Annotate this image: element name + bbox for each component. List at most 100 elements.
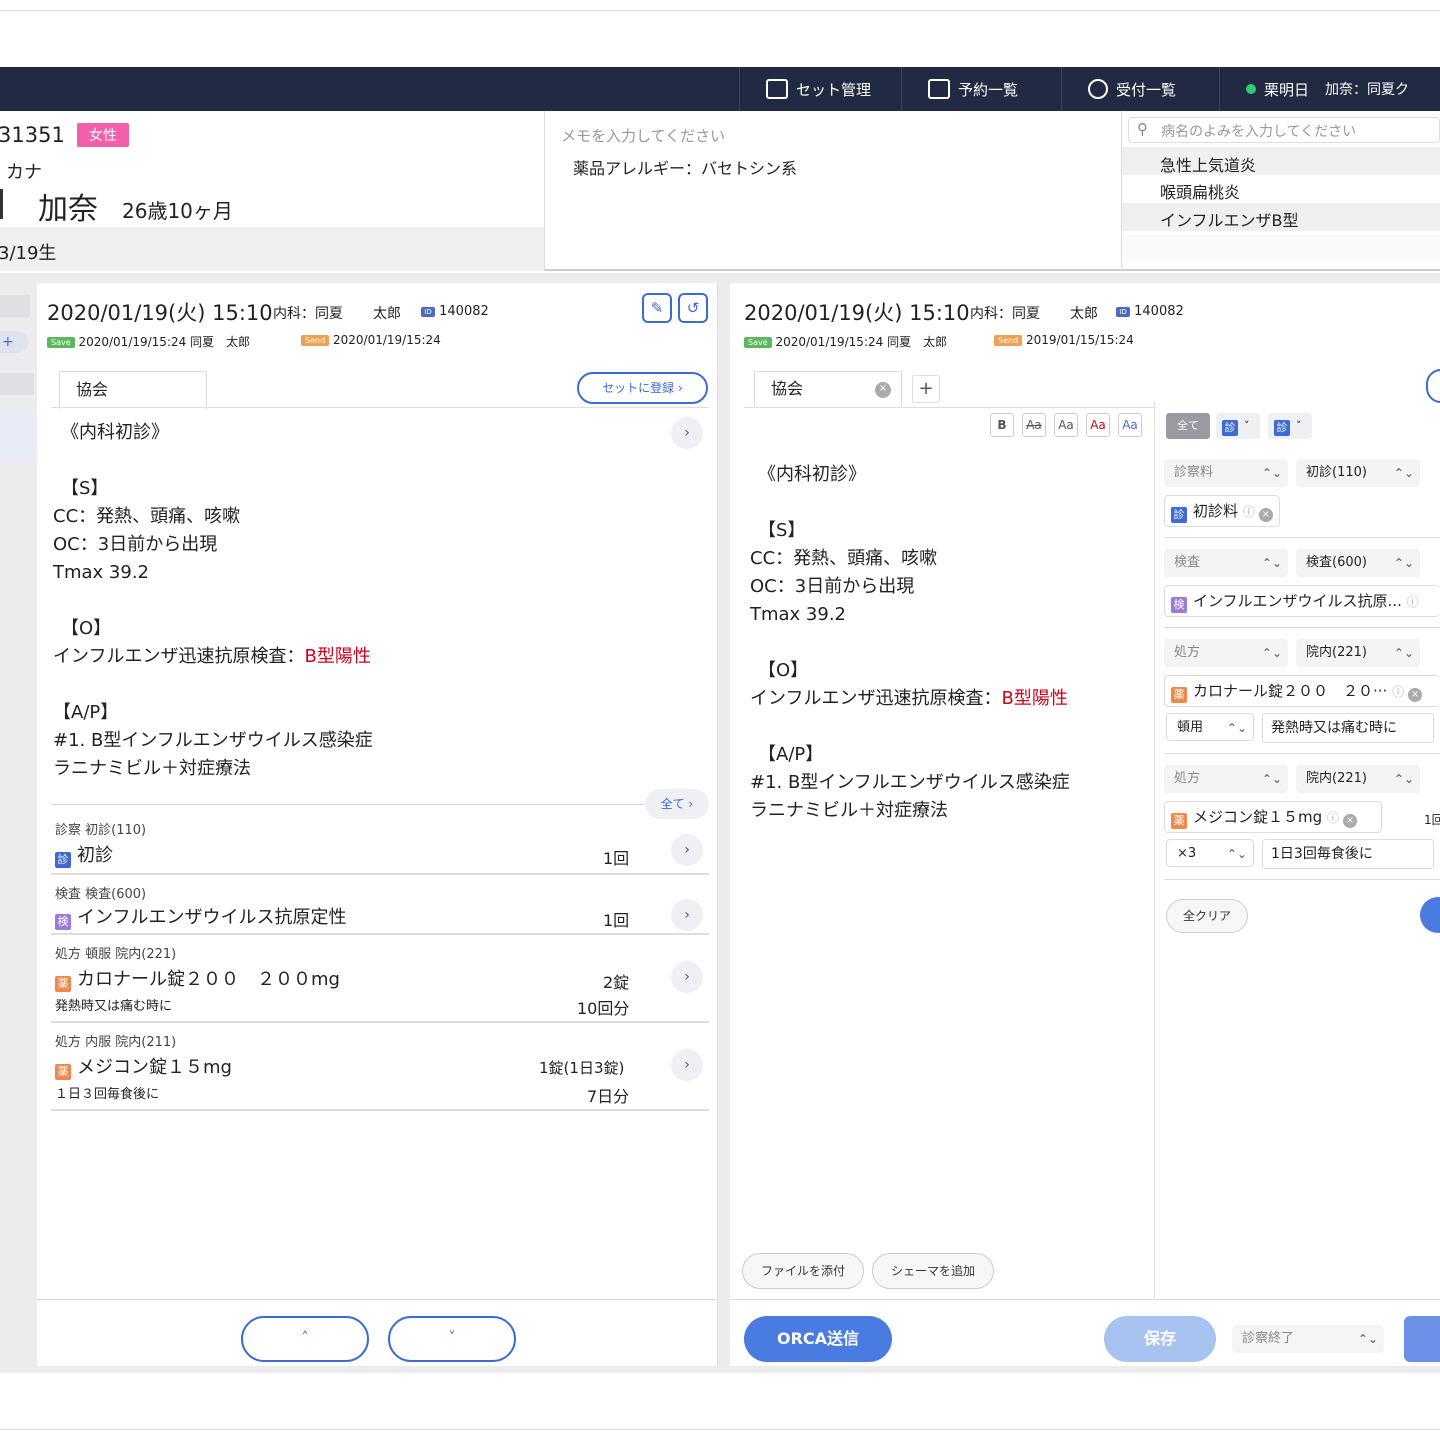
order-days: 10回分	[577, 999, 630, 1018]
insurance-tab[interactable]: 協会	[59, 371, 207, 409]
filter-all-button[interactable]: 全て	[1166, 413, 1210, 439]
register-set-button[interactable]: セットに登録 ›	[577, 372, 708, 404]
medicine-icon: 薬	[1171, 687, 1187, 703]
divider	[51, 933, 709, 935]
category-select[interactable]: 検査 ⌃⌄	[1164, 549, 1288, 577]
note-line: OC：3日前から出現	[750, 576, 915, 597]
info-icon: ⓘ	[1326, 811, 1339, 825]
font-size-button[interactable]: Aa	[1054, 413, 1078, 437]
usage-input[interactable]: 1日3回毎食後に	[1262, 839, 1434, 869]
order-detail-button[interactable]: ›	[671, 834, 703, 866]
set-management-button[interactable]: セット管理	[739, 67, 901, 111]
record-id: ID 140082	[421, 304, 489, 319]
add-tab-button[interactable]: +	[912, 375, 940, 403]
order-qty: 1錠(1日3錠)	[539, 1059, 625, 1077]
note-line: OC：3日前から出現	[53, 534, 218, 555]
gender-badge: 女性	[77, 123, 129, 147]
send-info: Send 2019/01/15/15:24	[994, 333, 1134, 347]
strikethrough-button[interactable]: Aa	[1022, 413, 1046, 437]
category-select[interactable]: 診察料 ⌃⌄	[1164, 459, 1288, 487]
subcategory-select[interactable]: 初診(110) ⌃⌄	[1296, 459, 1420, 487]
divider	[730, 1299, 1440, 1300]
disease-item[interactable]: インフルエンザB型	[1160, 207, 1299, 231]
user-name: 加奈：同夏ク	[1325, 82, 1410, 98]
usage-input[interactable]: 発熱時又は痛む時に	[1262, 713, 1434, 743]
reservation-list-label: 予約一覧	[958, 80, 1019, 99]
exam-icon: 診	[1171, 507, 1187, 523]
set-register-button-partial[interactable]	[1426, 369, 1440, 403]
divider	[51, 873, 709, 875]
subcategory-select[interactable]: 院内(221) ⌃⌄	[1296, 639, 1420, 667]
attach-file-button[interactable]: ファイルを添付	[742, 1253, 864, 1289]
filter-dropdown[interactable]: 診 ˅	[1268, 413, 1312, 439]
filter-dropdown[interactable]: 診 ˅	[1216, 413, 1260, 439]
add-schema-button[interactable]: シェーマを追加	[872, 1253, 994, 1289]
order-detail-button[interactable]: ›	[671, 899, 703, 931]
send-info: Send 2020/01/19/15:24	[301, 333, 441, 347]
subcategory-select[interactable]: 検査(600) ⌃⌄	[1296, 549, 1420, 577]
divider	[1164, 879, 1440, 880]
close-tab-icon[interactable]: ×	[875, 382, 891, 398]
disease-item[interactable]: 急性上気道炎	[1160, 152, 1256, 176]
history-button[interactable]: ↺	[678, 293, 708, 323]
medicine-icon: 薬	[55, 1064, 71, 1080]
remove-icon: ×	[1258, 508, 1273, 522]
finish-button-partial[interactable]	[1404, 1316, 1440, 1362]
order-category: 検査 検査(600)	[55, 887, 147, 902]
save-info: Save 2020/01/19/15:24 同夏 太郎	[744, 333, 947, 350]
insurance-tab[interactable]: 協会 ×	[754, 371, 902, 407]
category-select[interactable]: 処方 ⌃⌄	[1164, 639, 1288, 667]
blue-text-button[interactable]: Aa	[1118, 413, 1142, 437]
order-detail-button[interactable]: ›	[671, 1049, 703, 1081]
add-order-button[interactable]	[1420, 897, 1440, 933]
frequency-select[interactable]: ×3 ⌃⌄	[1166, 839, 1254, 867]
sidebar-add-button[interactable]: +	[0, 331, 28, 353]
record-dept: 内科：同夏	[970, 306, 1040, 322]
note-line: ラニナミビル＋対症療法	[750, 800, 948, 821]
edit-button[interactable]: ✎	[642, 293, 672, 323]
disease-search-placeholder: 病名のよみを入力してください	[1161, 124, 1357, 140]
order-chip[interactable]: 薬メジコン錠１５mg ⓘ ×	[1164, 801, 1382, 833]
next-record-button[interactable]: ˅	[388, 1316, 516, 1362]
show-all-button[interactable]: 全て ›	[645, 789, 709, 819]
sidebar-tab[interactable]	[0, 295, 30, 317]
reception-list-button[interactable]: 受付一覧	[1061, 67, 1219, 111]
order-category: 処方 内服 院内(211)	[55, 1035, 177, 1050]
status-select[interactable]: 診察終了 ⌃⌄	[1232, 1325, 1384, 1353]
memo-area[interactable]: メモを入力してください 薬品アレルギー：バセトシン系	[545, 111, 1122, 271]
sidebar-tab[interactable]	[0, 373, 34, 395]
order-category: 診察 初診(110)	[55, 823, 147, 838]
divider	[51, 1021, 709, 1023]
medical-kit-icon	[766, 79, 788, 99]
disease-search-input[interactable]: ⚲ 病名のよみを入力してください	[1128, 117, 1440, 143]
disease-item[interactable]: 喉頭扁桃炎	[1160, 179, 1240, 203]
chevron-down-icon: ˅	[448, 1330, 456, 1346]
prev-record-button[interactable]: ˄	[241, 1316, 369, 1362]
order-chip[interactable]: 検インフルエンザウイルス抗原... ⓘ	[1164, 585, 1440, 617]
remove-icon: ×	[1342, 814, 1357, 828]
patient-age: 26歳10ヶ月	[122, 199, 233, 223]
save-button[interactable]: 保存	[1104, 1316, 1216, 1362]
note-line: インフルエンザ迅速抗原検査：B型陽性	[750, 688, 1068, 709]
note-s-heading: 【S】	[758, 520, 806, 541]
clear-all-button[interactable]: 全クリア	[1166, 899, 1248, 933]
user-status[interactable]: 栗明日 加奈：同夏ク	[1219, 67, 1440, 111]
expand-note-button[interactable]: ›	[671, 417, 703, 449]
subcategory-select[interactable]: 院内(221) ⌃⌄	[1296, 765, 1420, 793]
app-window: セット管理 予約一覧 受付一覧 栗明日 加奈：同夏ク 31351 女性 カナ 加…	[0, 10, 1440, 1430]
red-text-button[interactable]: Aa	[1086, 413, 1110, 437]
category-select[interactable]: 処方 ⌃⌄	[1164, 765, 1288, 793]
set-management-label: セット管理	[796, 80, 872, 99]
dob-row	[0, 227, 544, 271]
reservation-list-button[interactable]: 予約一覧	[901, 67, 1061, 111]
order-detail-button[interactable]: ›	[671, 961, 703, 993]
note-s-heading: 【S】	[61, 478, 109, 499]
orca-send-button[interactable]: ORCA送信	[744, 1316, 892, 1362]
save-info: Save 2020/01/19/15:24 同夏 太郎	[47, 333, 250, 350]
order-chip[interactable]: 診初診料 ⓘ ×	[1164, 495, 1280, 527]
order-chip[interactable]: 薬カロナール錠２００ ２０··· ⓘ ×	[1164, 675, 1440, 707]
usage-type-select[interactable]: 頓用 ⌃⌄	[1166, 713, 1254, 741]
sidebar-tab-active[interactable]	[0, 411, 36, 461]
patient-dob: 3/19生	[0, 243, 57, 264]
bold-button[interactable]: B	[990, 413, 1014, 437]
